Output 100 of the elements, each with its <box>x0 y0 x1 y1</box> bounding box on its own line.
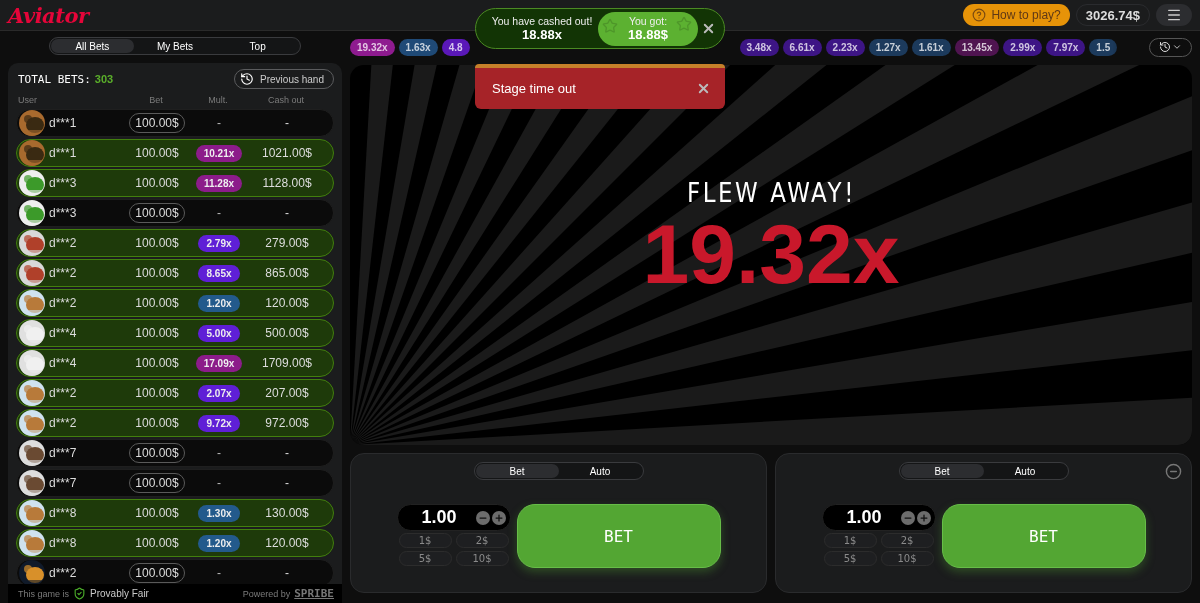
multiplier-badge: 1.30x <box>198 504 240 522</box>
quick-amount-button[interactable]: 2$ <box>880 533 934 548</box>
cash-out-amount: - <box>285 116 289 130</box>
footer-text: Powered by <box>242 588 291 599</box>
bet-mode-tab[interactable]: Auto <box>983 464 1067 478</box>
column-header: Cash out <box>267 95 305 106</box>
multiplier-badge: 10.21x <box>195 144 243 162</box>
cash-out-amount: 1021.00$ <box>261 146 313 160</box>
history-icon <box>1159 41 1171 53</box>
user-name: d***3 <box>49 176 77 190</box>
multiplier-chip: 1.63x <box>398 38 438 56</box>
cash-out-amount: 120.00$ <box>265 296 309 310</box>
cash-out-amount: - <box>285 566 289 580</box>
bet-amount: 100.00$ <box>134 295 180 312</box>
user-name: d***1 <box>49 116 77 130</box>
multiplier-chip: 2.23x <box>825 38 865 56</box>
amount-field[interactable]: 1.00 <box>821 504 936 531</box>
logo: Aviator <box>8 2 89 28</box>
shield-icon <box>73 587 87 600</box>
multiplier-badge: 9.72x <box>198 414 240 432</box>
star-icon <box>602 17 618 34</box>
quick-amount-button[interactable]: 1$ <box>398 533 452 548</box>
multiplier-badge: 8.65x <box>198 264 240 282</box>
bets-tab[interactable]: All Bets <box>51 39 134 53</box>
close-icon <box>696 81 711 96</box>
increase-button[interactable] <box>916 510 931 525</box>
provably-fair-link[interactable]: Provably Fair <box>90 588 149 599</box>
close-icon <box>701 21 716 36</box>
user-name: d***2 <box>49 296 77 310</box>
multiplier-chip: 3.48x <box>739 38 779 56</box>
multiplier-badge: 1.20x <box>198 534 240 552</box>
amount-field[interactable]: 1.00 <box>396 504 511 531</box>
cash-out-amount: 130.00$ <box>265 506 309 520</box>
column-header: Mult. <box>207 95 229 106</box>
history-icon <box>240 72 255 86</box>
bet-mode-tab[interactable]: Bet <box>900 464 984 478</box>
menu-button[interactable] <box>1156 4 1192 26</box>
column-header: User <box>18 95 38 106</box>
quick-amount-button[interactable]: 5$ <box>823 551 877 566</box>
column-header: Bet <box>148 95 164 106</box>
multiplier-chip: 1.5 <box>1089 38 1118 56</box>
user-name: d***2 <box>49 236 77 250</box>
bet-mode-tab[interactable]: Auto <box>558 464 642 478</box>
multiplier-chip: 6.61x <box>782 38 822 56</box>
decrease-button[interactable] <box>900 510 915 525</box>
toast-multiplier: 18.88x <box>522 27 562 42</box>
close-button[interactable] <box>696 81 711 96</box>
cash-out-amount: 120.00$ <box>265 536 309 550</box>
win-amount: 18.88$ <box>628 27 668 42</box>
bet-amount: 100.00$ <box>134 415 180 432</box>
plus-icon <box>918 512 929 523</box>
user-name: d***8 <box>49 506 77 520</box>
multiplier-text: - <box>217 206 221 220</box>
multiplier-chip: 2.99x <box>1003 38 1043 56</box>
bet-mode-tab[interactable]: Bet <box>475 464 559 478</box>
caret-icon <box>1172 42 1182 52</box>
multiplier-text: - <box>217 116 221 130</box>
increase-button[interactable] <box>491 510 506 525</box>
minus-icon <box>1165 463 1182 480</box>
remove-panel-button[interactable] <box>1165 463 1182 480</box>
multiplier-chip: 19.32x <box>350 38 395 56</box>
user-name: d***2 <box>49 566 77 580</box>
decrease-button[interactable] <box>475 510 490 525</box>
multiplier-badge: 2.79x <box>198 234 240 252</box>
star-icon <box>676 15 692 32</box>
multiplier-text: - <box>217 566 221 580</box>
cash-out-amount: - <box>285 206 289 220</box>
quick-amount-button[interactable]: 5$ <box>398 551 452 566</box>
cash-out-amount: 972.00$ <box>265 416 309 430</box>
user-name: d***8 <box>49 536 77 550</box>
how-to-play-button[interactable]: How to play? <box>963 4 1070 26</box>
bets-tab[interactable]: My Bets <box>133 39 217 53</box>
flew-away-text: FLEW AWAY! <box>686 177 856 208</box>
user-name: d***3 <box>49 206 77 220</box>
user-name: d***4 <box>49 326 77 340</box>
quick-amount-button[interactable]: 2$ <box>455 533 509 548</box>
bet-amount: 100.00$ <box>134 235 180 252</box>
multiplier-badge: 11.28x <box>195 174 242 192</box>
quick-amount-button[interactable]: 1$ <box>823 533 877 548</box>
multiplier-badge: 2.07x <box>198 384 240 402</box>
help-icon <box>972 8 987 22</box>
cash-out-amount: 1709.00$ <box>261 356 313 370</box>
multiplier-badge: 17.09x <box>195 354 243 372</box>
user-name: d***2 <box>49 386 77 400</box>
quick-amount-button[interactable]: 10$ <box>880 551 934 566</box>
cash-out-amount: 207.00$ <box>265 386 309 400</box>
brand-logo: SPRIBE <box>294 587 334 600</box>
user-name: d***1 <box>49 146 77 160</box>
close-button[interactable] <box>701 21 716 36</box>
cash-out-amount: - <box>285 476 289 490</box>
multiplier-chip: 4.8 <box>441 38 470 56</box>
footer-text: This game is <box>18 588 70 599</box>
bet-amount: 100.00$ <box>134 325 180 342</box>
bets-tab[interactable]: Top <box>216 39 299 53</box>
bet-amount: 100.00$ <box>134 535 180 552</box>
multiplier-text: - <box>217 446 221 460</box>
user-name: d***2 <box>49 416 77 430</box>
user-name: d***7 <box>49 446 77 460</box>
quick-amount-button[interactable]: 10$ <box>455 551 509 566</box>
cash-out-amount: 1128.00$ <box>262 176 312 190</box>
